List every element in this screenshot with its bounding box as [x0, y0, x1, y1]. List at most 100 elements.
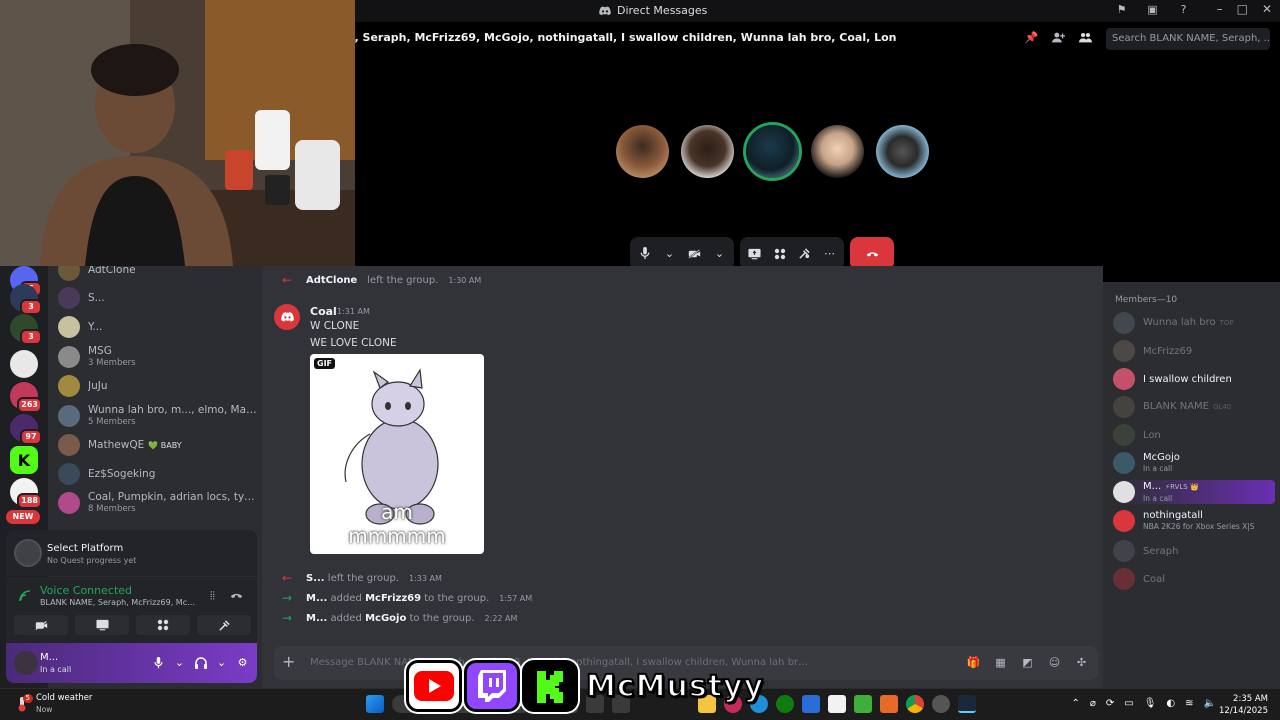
sticker-icon[interactable]: ◩: [1021, 656, 1034, 669]
wifi-icon[interactable]: ≋: [1185, 698, 1193, 709]
close-button[interactable]: ✕: [1262, 2, 1272, 16]
camera-off-icon[interactable]: [688, 247, 701, 260]
camera-off-button[interactable]: [14, 615, 68, 635]
steam-icon[interactable]: [958, 695, 976, 713]
members-icon[interactable]: [1079, 31, 1092, 44]
member-item[interactable]: Seraph: [1113, 539, 1275, 563]
quest-panel[interactable]: Select Platform No Quest progress yet: [6, 530, 257, 576]
help-icon[interactable]: ?: [1177, 3, 1190, 16]
avatar[interactable]: [14, 651, 38, 675]
minimize-button[interactable]: –: [1217, 2, 1223, 16]
taskbar-app-icon[interactable]: [932, 695, 950, 713]
taskbar-app-icon[interactable]: [802, 695, 820, 713]
store-icon[interactable]: [828, 695, 846, 713]
dm-item[interactable]: S...: [58, 285, 258, 311]
chevron-up-icon[interactable]: ⌃: [1071, 698, 1079, 709]
dm-item[interactable]: MSG 3 Members: [58, 344, 258, 370]
chevron-down-icon[interactable]: ⌄: [215, 656, 228, 669]
dm-item[interactable]: Wunna lah bro, m..., elmo, Mathe... 5 Mem…: [58, 403, 258, 429]
message-author[interactable]: Coal: [310, 305, 337, 318]
server-icon[interactable]: 3: [10, 284, 42, 315]
event-user[interactable]: M...: [306, 613, 327, 624]
participant-avatar[interactable]: [876, 125, 929, 178]
chevron-down-icon[interactable]: ⌄: [713, 247, 726, 260]
pin-icon[interactable]: 📌: [1025, 31, 1039, 44]
event-user[interactable]: AdtClone: [306, 275, 357, 286]
event-user[interactable]: M...: [306, 593, 327, 604]
participant-avatar[interactable]: [681, 125, 734, 178]
headphones-icon[interactable]: [194, 656, 207, 669]
chevron-down-icon[interactable]: ⌄: [173, 656, 186, 669]
member-item[interactable]: McFrizz69: [1113, 339, 1275, 363]
soundboard-icon[interactable]: [798, 247, 811, 260]
apps-icon[interactable]: ✣: [1075, 656, 1088, 669]
more-options-icon[interactable]: ⋯: [823, 247, 836, 260]
xbox-icon[interactable]: [776, 695, 794, 713]
event-user[interactable]: S...: [306, 573, 325, 584]
windows-start-icon[interactable]: [366, 695, 384, 713]
member-item[interactable]: Wunna lah bro TOP: [1113, 311, 1275, 335]
taskbar-app-icon[interactable]: [880, 695, 898, 713]
message-avatar[interactable]: [274, 304, 300, 330]
chrome-icon[interactable]: [906, 695, 924, 713]
gift-icon[interactable]: 🎁: [967, 656, 981, 669]
tray-app-icon[interactable]: ▭: [1124, 698, 1133, 709]
microphone-icon[interactable]: [152, 656, 165, 669]
flag-icon[interactable]: ⚑: [1115, 3, 1128, 16]
new-pill[interactable]: NEW: [6, 510, 40, 524]
inbox-icon[interactable]: ▣: [1146, 3, 1159, 16]
dm-item[interactable]: MathewQE 💚 BABY: [58, 432, 258, 458]
user-name[interactable]: M...: [40, 652, 58, 663]
gear-icon[interactable]: ⚙: [236, 656, 249, 669]
search-input[interactable]: Search BLANK NAME, Seraph, ...: [1106, 28, 1270, 50]
microphone-tray-icon[interactable]: 🎙: [1144, 698, 1157, 709]
gif-icon[interactable]: ▦: [994, 656, 1007, 669]
emoji-icon[interactable]: ☺: [1048, 656, 1061, 669]
chevron-down-icon[interactable]: ⌄: [663, 247, 676, 260]
member-item[interactable]: McGojo In a call: [1113, 451, 1275, 475]
activities-button[interactable]: [136, 615, 190, 635]
volume-icon[interactable]: 🔈: [1204, 698, 1216, 709]
microphone-icon[interactable]: [638, 247, 651, 260]
screen-share-button[interactable]: [75, 615, 129, 635]
dm-item[interactable]: Ez$Sogeking: [58, 461, 258, 487]
signal-icon[interactable]: [18, 589, 31, 602]
server-icon[interactable]: 188: [10, 478, 42, 509]
dm-item[interactable]: Y...: [58, 314, 258, 340]
add-attachment-button[interactable]: +: [282, 654, 295, 670]
disconnect-icon[interactable]: [230, 589, 243, 602]
member-item[interactable]: BLANK NAME GL40: [1113, 395, 1275, 419]
kick-server-icon[interactable]: K: [10, 446, 38, 474]
member-item[interactable]: M... ⚡RVLS 👑 In a call: [1113, 480, 1275, 504]
tray-app-icon[interactable]: ⌀: [1090, 698, 1096, 709]
event-target[interactable]: McGojo: [365, 613, 406, 624]
server-icon[interactable]: 3: [10, 314, 42, 345]
voice-status[interactable]: Voice Connected: [40, 584, 132, 597]
activities-icon[interactable]: [773, 247, 786, 260]
event-target[interactable]: McFrizz69: [365, 593, 421, 604]
participant-avatar-speaking[interactable]: [746, 125, 799, 178]
dm-item[interactable]: Coal, Pumpkin, adrian locs, tyell,... 8 M…: [58, 490, 258, 516]
tray-app-icon[interactable]: ◐: [1166, 698, 1175, 709]
taskbar-app-icon[interactable]: [854, 695, 872, 713]
dm-item[interactable]: AdtClone: [58, 266, 258, 283]
gif-attachment[interactable]: GIF am mmmmm: [310, 354, 484, 554]
tray-app-icon[interactable]: ⟳: [1106, 698, 1114, 709]
participant-avatar[interactable]: [811, 125, 864, 178]
server-icon[interactable]: 97: [10, 414, 42, 445]
noise-suppression-icon[interactable]: ⦙⦙: [206, 589, 219, 602]
weather-widget[interactable]: 5 Cold weather Now: [14, 693, 92, 715]
member-item[interactable]: Coal: [1113, 567, 1275, 591]
member-item[interactable]: nothingatall NBA 2K26 for Xbox Series X|S: [1113, 509, 1275, 533]
server-icon[interactable]: 263: [10, 382, 42, 413]
screen-share-icon[interactable]: [748, 247, 761, 260]
add-friend-icon[interactable]: [1052, 31, 1065, 44]
clock[interactable]: 2:35 AM 12/14/2025: [1219, 693, 1268, 717]
server-icon[interactable]: [10, 350, 38, 378]
dm-item[interactable]: JuJu: [58, 373, 258, 399]
participant-avatar[interactable]: [616, 125, 669, 178]
soundboard-button[interactable]: [197, 615, 251, 635]
member-item[interactable]: I swallow children: [1113, 367, 1275, 391]
maximize-button[interactable]: □: [1237, 2, 1248, 16]
member-item[interactable]: Lon: [1113, 423, 1275, 447]
